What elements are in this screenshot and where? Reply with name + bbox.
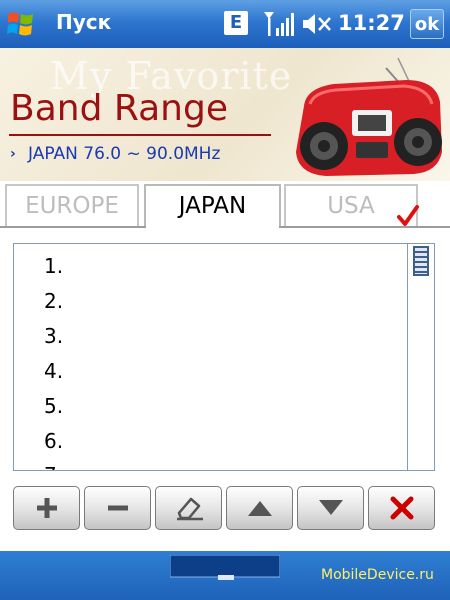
- tab-europe[interactable]: EUROPE: [5, 184, 139, 226]
- boombox-icon: [286, 56, 448, 180]
- app-header: My Favorite Band Range › JAPAN 76.0 ~ 90…: [0, 48, 450, 181]
- volume-muted-icon[interactable]: [301, 12, 333, 36]
- site-watermark: MobileDevice.ru: [321, 567, 434, 583]
- add-icon: [36, 498, 57, 518]
- list-item[interactable]: 1.: [44, 254, 63, 278]
- band-range-text: JAPAN 76.0 ~ 90.0MHz: [28, 144, 221, 164]
- list-item[interactable]: 6.: [44, 429, 63, 453]
- add-button[interactable]: [13, 486, 80, 530]
- list-item[interactable]: 4.: [44, 359, 63, 383]
- start-menu-label[interactable]: Пуск: [56, 10, 111, 34]
- move-down-button[interactable]: [297, 486, 364, 530]
- delete-button[interactable]: [368, 486, 435, 530]
- move-down-icon: [318, 500, 343, 515]
- clock[interactable]: 11:27: [338, 11, 405, 35]
- remove-button[interactable]: [84, 486, 151, 530]
- scroll-thumb[interactable]: [413, 246, 429, 276]
- windows-flag-icon[interactable]: [6, 10, 36, 38]
- list-item[interactable]: 7.: [44, 463, 63, 470]
- ok-button[interactable]: ok: [410, 9, 444, 39]
- tab-selected-gap: [146, 225, 279, 229]
- remove-icon: [107, 505, 128, 511]
- edit-button[interactable]: [155, 486, 222, 530]
- keyboard-icon[interactable]: [169, 554, 281, 581]
- page-title: Band Range: [10, 88, 228, 129]
- station-list[interactable]: 1. 2. 3. 4. 5. 6. 7.: [13, 243, 435, 471]
- list-scrollbar[interactable]: [407, 244, 434, 470]
- edit-icon: [176, 497, 203, 521]
- title-bar: Пуск E 11:27 ok: [0, 0, 450, 48]
- signal-icon[interactable]: [262, 10, 296, 38]
- move-up-button[interactable]: [226, 486, 293, 530]
- range-bullet-icon: ›: [10, 146, 16, 162]
- edge-icon[interactable]: E: [224, 11, 248, 35]
- header-divider: [9, 134, 271, 136]
- list-item[interactable]: 3.: [44, 324, 63, 348]
- checkmark-icon: [396, 204, 420, 228]
- delete-icon: [390, 496, 413, 520]
- move-up-icon: [247, 501, 272, 516]
- list-item[interactable]: 5.: [44, 394, 63, 418]
- tab-japan[interactable]: JAPAN: [144, 184, 281, 226]
- list-item[interactable]: 2.: [44, 289, 63, 313]
